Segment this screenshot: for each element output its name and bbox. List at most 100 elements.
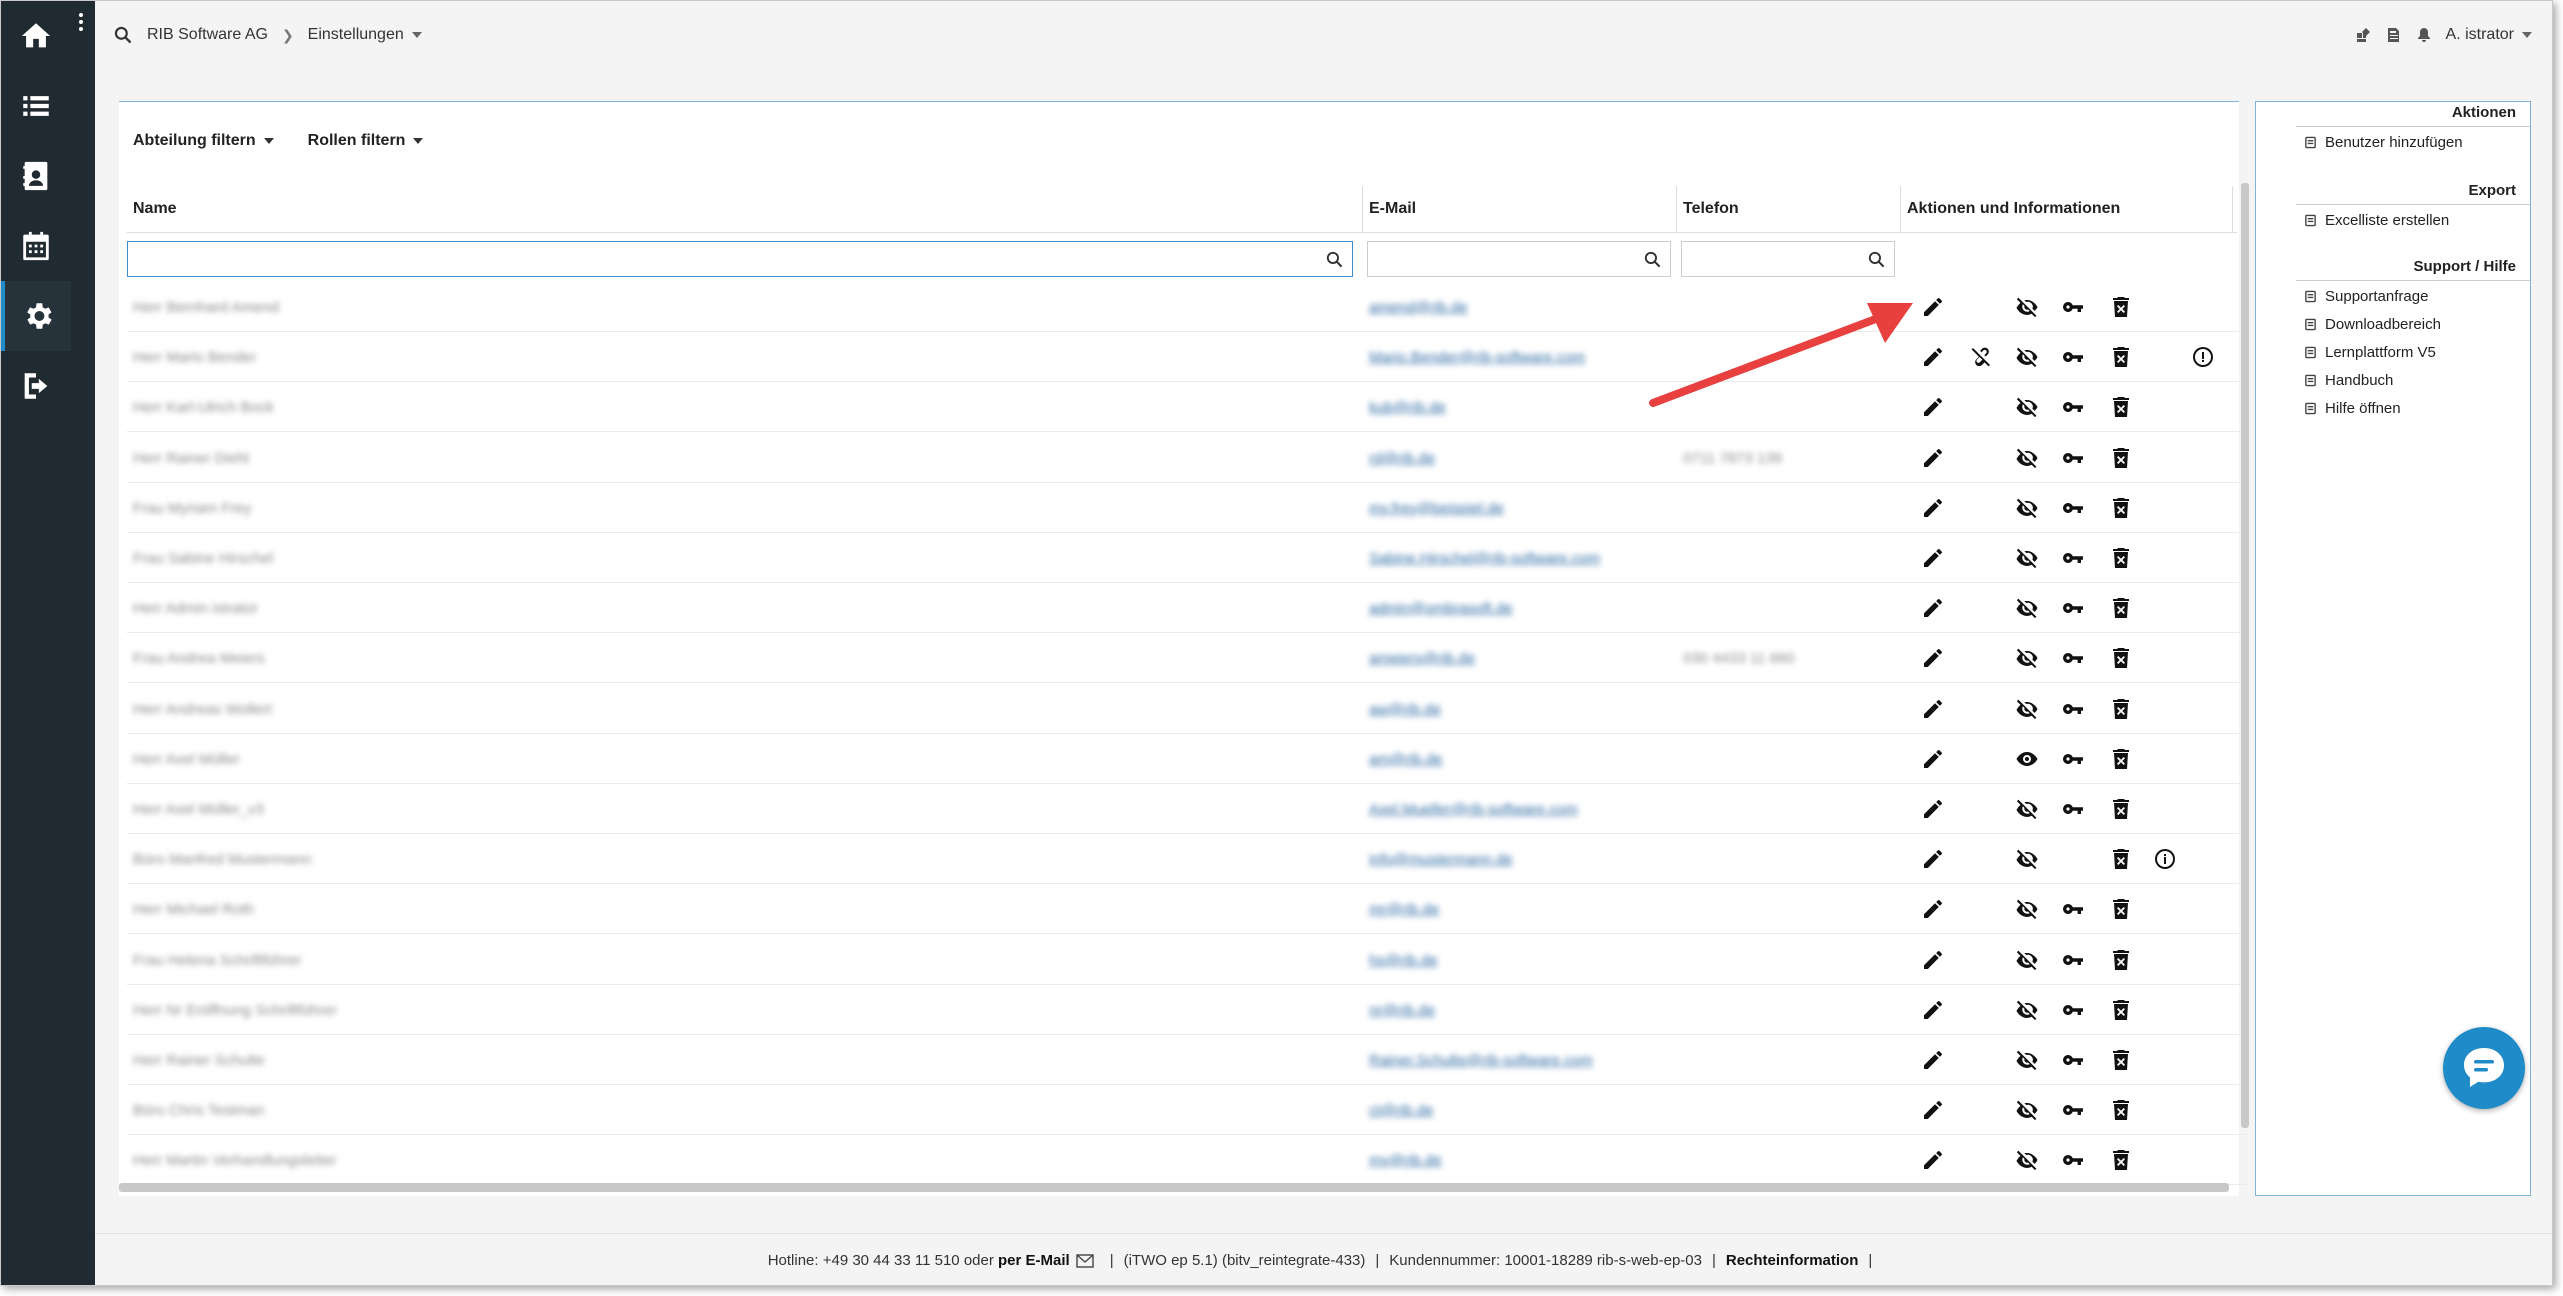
delete-user-button[interactable] — [2109, 295, 2133, 319]
support-request-link[interactable]: Supportanfrage — [2304, 288, 2428, 305]
edit-user-button[interactable] — [1921, 546, 1945, 570]
email-filter-field[interactable] — [1367, 241, 1671, 277]
table-row[interactable]: Frau Helena Schriftführer hs@rib.de — [127, 935, 2247, 985]
department-filter-dropdown[interactable]: Abteilung filtern — [133, 132, 274, 150]
delete-user-button[interactable] — [2109, 395, 2133, 419]
column-header-email[interactable]: E-Mail — [1363, 186, 1677, 232]
edit-user-button[interactable] — [1921, 496, 1945, 520]
search-icon[interactable] — [1325, 250, 1344, 269]
hidden-button[interactable] — [2015, 345, 2039, 369]
hidden-button[interactable] — [2015, 847, 2039, 871]
delete-user-button[interactable] — [2109, 546, 2133, 570]
table-row[interactable]: Herr Andreas Wollert aw@rib.de — [127, 684, 2247, 734]
chat-button[interactable] — [2443, 1027, 2525, 1109]
edit-user-button[interactable] — [1921, 446, 1945, 470]
table-row[interactable]: Herr Axel Müller am@rib.de — [127, 734, 2247, 784]
table-row[interactable]: Herr Mario Bender Mario.Bender@rib-softwa… — [127, 332, 2247, 382]
table-row[interactable]: Herr Karl-Ulrich Bock kub@rib.de — [127, 382, 2247, 432]
table-row[interactable]: Herr Admin istrator admin@ombrasoft.de — [127, 583, 2247, 633]
table-row[interactable]: Herr Nr Eröffnung Schriftführer nr@rib.de — [127, 985, 2247, 1035]
flag-document-icon[interactable] — [2386, 27, 2402, 43]
search-icon[interactable] — [1643, 250, 1662, 269]
hidden-button[interactable] — [2015, 1098, 2039, 1122]
cell-email[interactable]: am@rib.de — [1369, 751, 1443, 768]
table-row[interactable]: Herr Rainer Diehl rd@rib.de 0711 7873 139 — [127, 433, 2247, 483]
password-key-button[interactable] — [2061, 897, 2085, 921]
cell-email[interactable]: admin@ombrasoft.de — [1369, 600, 1513, 617]
password-key-button[interactable] — [2061, 948, 2085, 972]
delete-user-button[interactable] — [2109, 646, 2133, 670]
hidden-button[interactable] — [2015, 797, 2039, 821]
cell-email[interactable]: Mario.Bender@rib-software.com — [1369, 349, 1585, 366]
nav-list[interactable] — [1, 71, 71, 141]
edit-user-button[interactable] — [1921, 395, 1945, 419]
nav-settings[interactable] — [1, 281, 71, 351]
export-excel-link[interactable]: Excelliste erstellen — [2304, 212, 2449, 229]
name-filter-input[interactable] — [128, 242, 1352, 276]
cell-email[interactable]: hs@rib.de — [1369, 952, 1438, 969]
table-row[interactable]: Frau Andrea Meiers ameiers@rib.de 030 4433… — [127, 633, 2247, 683]
edit-user-button[interactable] — [1921, 1048, 1945, 1072]
edit-user-button[interactable] — [1921, 998, 1945, 1022]
hidden-button[interactable] — [2015, 496, 2039, 520]
delete-user-button[interactable] — [2109, 446, 2133, 470]
search-icon[interactable] — [1867, 250, 1886, 269]
cell-email[interactable]: Sabine.Hirschel@rib-software.com — [1369, 550, 1600, 567]
delete-user-button[interactable] — [2109, 897, 2133, 921]
delete-user-button[interactable] — [2109, 797, 2133, 821]
delete-user-button[interactable] — [2109, 1048, 2133, 1072]
password-key-button[interactable] — [2061, 446, 2085, 470]
delete-user-button[interactable] — [2109, 496, 2133, 520]
horizontal-scrollbar[interactable] — [119, 1183, 2229, 1192]
edit-user-button[interactable] — [1921, 697, 1945, 721]
delete-user-button[interactable] — [2109, 747, 2133, 771]
cell-email[interactable]: info@mustermann.de — [1369, 851, 1513, 868]
edit-user-button[interactable] — [1921, 345, 1945, 369]
table-row[interactable]: Frau Sabine Hirschel Sabine.Hirschel@rib-… — [127, 533, 2247, 583]
cell-email[interactable]: ameiers@rib.de — [1369, 650, 1475, 667]
cell-email[interactable]: mv@rib.de — [1369, 1152, 1442, 1169]
delete-user-button[interactable] — [2109, 847, 2133, 871]
visible-button[interactable] — [2015, 747, 2039, 771]
hidden-button[interactable] — [2015, 948, 2039, 972]
add-user-link[interactable]: Benutzer hinzufügen — [2304, 134, 2463, 151]
phone-filter-field[interactable] — [1681, 241, 1895, 277]
bell-icon[interactable] — [2416, 27, 2432, 43]
table-row[interactable]: Herr Rainer Schulte Rainer.Schulte@rib-so… — [127, 1035, 2247, 1085]
delete-user-button[interactable] — [2109, 1098, 2133, 1122]
edit-user-button[interactable] — [1921, 797, 1945, 821]
unlink-button[interactable] — [1969, 345, 1993, 369]
info-button[interactable] — [2153, 847, 2177, 871]
hidden-button[interactable] — [2015, 446, 2039, 470]
delete-user-button[interactable] — [2109, 948, 2133, 972]
edit-user-button[interactable] — [1921, 646, 1945, 670]
password-key-button[interactable] — [2061, 295, 2085, 319]
cell-email[interactable]: rd@rib.de — [1369, 450, 1435, 467]
hidden-button[interactable] — [2015, 546, 2039, 570]
password-key-button[interactable] — [2061, 395, 2085, 419]
table-row[interactable]: Büro Manfred Mustermann info@mustermann.d… — [127, 834, 2247, 884]
column-header-phone[interactable]: Telefon — [1677, 186, 1901, 232]
roles-filter-dropdown[interactable]: Rollen filtern — [308, 132, 424, 150]
manual-link[interactable]: Handbuch — [2304, 372, 2393, 389]
table-row[interactable]: Herr Axel Müller_v3 Axel.Mueller@rib-soft… — [127, 784, 2247, 834]
phone-filter-input[interactable] — [1682, 242, 1894, 276]
delete-user-button[interactable] — [2109, 596, 2133, 620]
edit-user-button[interactable] — [1921, 847, 1945, 871]
nav-home[interactable] — [1, 1, 71, 71]
edit-user-button[interactable] — [1921, 1148, 1945, 1172]
password-key-button[interactable] — [2061, 546, 2085, 570]
hidden-button[interactable] — [2015, 646, 2039, 670]
password-key-button[interactable] — [2061, 496, 2085, 520]
table-row[interactable]: Herr Michael Roth mr@rib.de — [127, 884, 2247, 934]
cell-email[interactable]: mr@rib.de — [1369, 901, 1439, 918]
table-row[interactable]: Frau Myriam Frey my.frey@beispiel.de — [127, 483, 2247, 533]
edit-user-button[interactable] — [1921, 295, 1945, 319]
hidden-button[interactable] — [2015, 1148, 2039, 1172]
nav-calendar[interactable] — [1, 211, 71, 281]
search-icon[interactable] — [113, 25, 133, 45]
password-key-button[interactable] — [2061, 797, 2085, 821]
password-key-button[interactable] — [2061, 998, 2085, 1022]
download-area-link[interactable]: Downloadbereich — [2304, 316, 2441, 333]
cell-email[interactable]: nr@rib.de — [1369, 1002, 1435, 1019]
